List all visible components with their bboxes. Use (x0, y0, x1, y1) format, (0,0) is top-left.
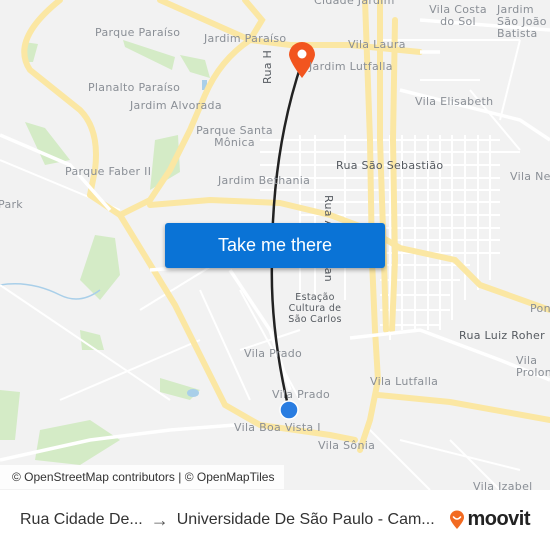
take-me-there-button[interactable]: Take me there (165, 223, 385, 268)
map-label: Jardim Bethania (218, 174, 311, 187)
map-label: Park (0, 198, 23, 211)
map-label: Planalto Paraíso (88, 81, 181, 94)
map-label: Vila Sônia (318, 439, 376, 452)
map-label: Jardim Alvorada (130, 99, 222, 112)
origin-name: Rua Cidade De... (20, 511, 143, 528)
map-label: Vila Prado (272, 388, 331, 401)
map-label: Jardim Paraíso (204, 32, 287, 45)
map-label: Jardim São João Batista (497, 3, 547, 40)
map-label: Vila Costa do Sol (429, 3, 487, 28)
map-label: Vila Nery (510, 170, 550, 183)
moovit-logo[interactable]: moovit (449, 508, 530, 531)
street-label: Rua São Sebastião (336, 159, 444, 172)
street-label: Rua Luiz Roher (459, 329, 545, 342)
origin-stop-marker[interactable] (279, 400, 299, 420)
poi-label: Estação Cultura de São Carlos (288, 292, 342, 325)
map-label: Parque Paraíso (95, 26, 181, 39)
street-label: Rua H (261, 49, 274, 84)
moovit-pin-icon (450, 510, 465, 529)
map-label: Vila Izabel (473, 480, 533, 491)
map-label: Cidade Jardim (314, 0, 395, 7)
map-label: Jardim Lutfalla (309, 60, 393, 73)
map-canvas[interactable]: Cidade Jardim Parque Paraíso Jardim Para… (0, 0, 550, 490)
map-label: Vila Prolongamento (516, 354, 550, 379)
brand-name: moovit (467, 508, 530, 530)
destination-name: Universidade De São Paulo - Cam... (176, 511, 435, 528)
map-label: Vila Prado (244, 347, 303, 360)
map-label: Vila Lutfalla (370, 375, 439, 388)
map-label: Vila Laura (348, 38, 406, 51)
map-attribution[interactable]: © OpenStreetMap contributors | © OpenMap… (0, 465, 285, 489)
map-label: Vila Boa Vista I (234, 421, 321, 434)
map-label: Parque Santa Mônica (196, 124, 273, 149)
arrow-right-icon: → (150, 509, 169, 530)
map-label: Ponte (530, 302, 550, 315)
map-label: Vila Elisabeth (415, 95, 494, 108)
map-label: Parque Faber II (65, 165, 152, 178)
